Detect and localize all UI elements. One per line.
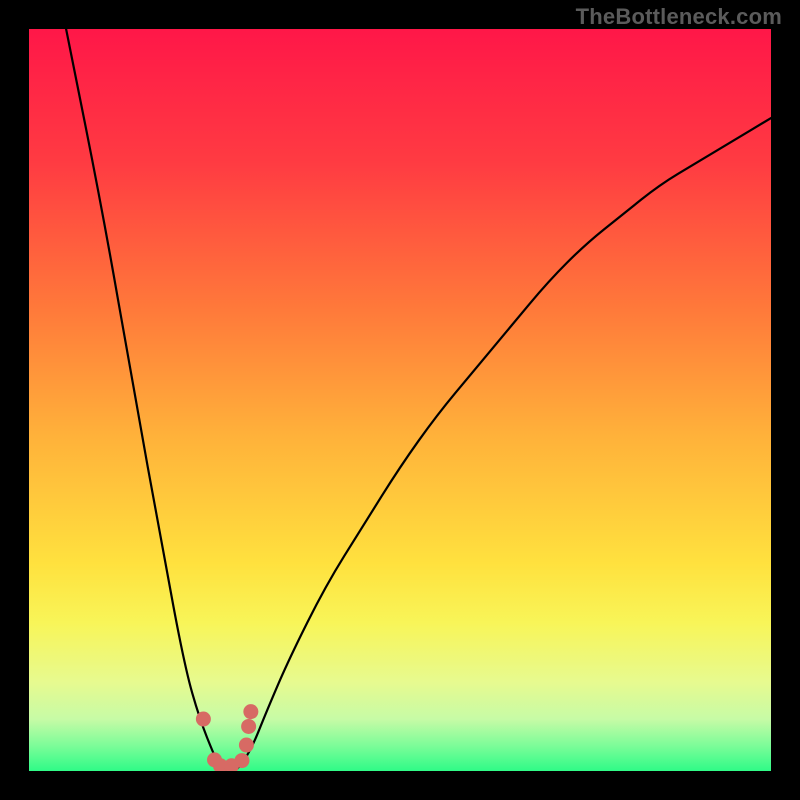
- chart-frame: TheBottleneck.com: [0, 0, 800, 800]
- marker-dot: [241, 719, 256, 734]
- marker-dot: [234, 753, 249, 768]
- plot-area: [29, 29, 771, 771]
- marker-dot: [239, 738, 254, 753]
- marker-dot: [243, 704, 258, 719]
- watermark-text: TheBottleneck.com: [576, 4, 782, 30]
- marker-dot: [196, 712, 211, 727]
- chart-svg: [29, 29, 771, 771]
- gradient-background: [29, 29, 771, 771]
